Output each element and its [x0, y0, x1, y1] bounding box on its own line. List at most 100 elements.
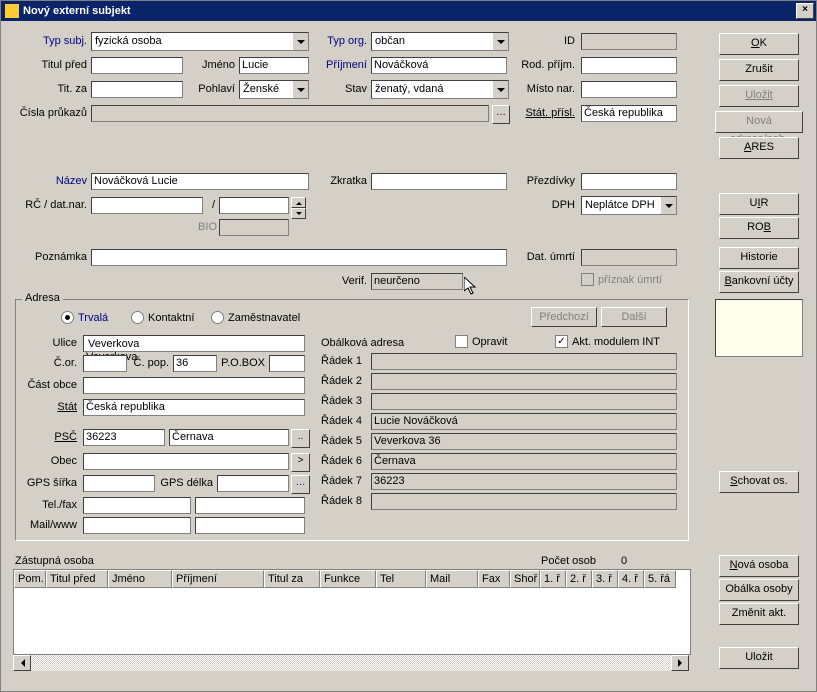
rc-field[interactable] — [91, 197, 203, 214]
ulice-field[interactable]: Veverkova — [83, 335, 305, 352]
label-mistonar: Místo nar. — [515, 83, 575, 95]
prev-button[interactable]: Předchozí — [531, 307, 597, 327]
ok-button[interactable]: OK — [719, 33, 799, 55]
statprisl-field[interactable]: Česká republika — [581, 105, 677, 122]
new-address-button[interactable]: Nová adresa/pob. — [715, 111, 803, 133]
r8-field — [371, 493, 677, 510]
hide-button[interactable]: Schovat os. — [719, 471, 799, 493]
col-fax[interactable]: Fax — [478, 570, 510, 588]
pobox-field[interactable] — [269, 355, 305, 372]
label-typorg: Typ org. — [321, 35, 367, 47]
col-jmeno[interactable]: Jméno — [108, 570, 172, 588]
save2-button[interactable]: Uložit — [719, 647, 799, 669]
col-funkce[interactable]: Funkce — [320, 570, 376, 588]
col-tel[interactable]: Tel — [376, 570, 426, 588]
envelope-person-button[interactable]: Obálka osoby — [719, 579, 799, 601]
save-button[interactable]: Uložit — [719, 85, 799, 107]
rodprijm-field[interactable] — [581, 57, 677, 74]
mistonar-field[interactable] — [581, 81, 677, 98]
psc-browse-button[interactable]: .. — [291, 429, 310, 448]
col-r5[interactable]: 5. řá — [644, 570, 676, 588]
trvala-radio[interactable]: Trvalá — [61, 311, 108, 324]
change-button[interactable]: Změnit akt. — [719, 603, 799, 625]
app-icon — [5, 4, 19, 18]
col-mail[interactable]: Mail — [426, 570, 478, 588]
col-pom[interactable]: Pom. — [14, 570, 46, 588]
tel2-field[interactable] — [195, 497, 305, 514]
cisla-browse-button[interactable]: … — [492, 105, 510, 124]
label-cor: Č.or. — [37, 357, 77, 369]
gpssirka-field[interactable] — [83, 475, 155, 492]
col-r1[interactable]: 1. ř — [540, 570, 566, 588]
label-gpssirka: GPS šířka — [21, 477, 77, 489]
psc-field[interactable]: 36223 — [83, 429, 165, 446]
aktmodul-checkbox[interactable]: ✓Akt. modulem INT — [555, 335, 660, 348]
col-prijmeni[interactable]: Příjmení — [172, 570, 264, 588]
obec-browse-button[interactable]: > — [291, 453, 310, 472]
poznamka-field[interactable] — [91, 249, 507, 266]
cpop-field[interactable]: 36 — [173, 355, 217, 372]
close-button[interactable]: × — [796, 3, 814, 19]
prijmeni-field[interactable]: Nováčková — [371, 57, 507, 74]
stav-select[interactable]: ženatý, vdaná — [371, 80, 509, 99]
chevron-down-icon[interactable] — [660, 197, 676, 214]
col-titulpred[interactable]: Titul před — [46, 570, 108, 588]
col-titulza[interactable]: Titul za — [264, 570, 320, 588]
col-shod[interactable]: Shoř — [510, 570, 540, 588]
jmeno-field[interactable]: Lucie — [239, 57, 309, 74]
col-r3[interactable]: 3. ř — [592, 570, 618, 588]
prezdivky-field[interactable] — [581, 173, 677, 190]
opravit-checkbox[interactable]: Opravit — [455, 335, 507, 348]
rc2-field[interactable] — [219, 197, 289, 214]
col-r2[interactable]: 2. ř — [566, 570, 592, 588]
bank-button[interactable]: Bankovní účty — [719, 271, 799, 293]
pohlavi-select[interactable]: Ženské — [239, 80, 309, 99]
history-button[interactable]: Historie — [719, 247, 799, 269]
table-scrollbar[interactable] — [13, 655, 689, 671]
obec-field[interactable] — [83, 453, 289, 470]
mail1-field[interactable] — [83, 517, 191, 534]
col-r4[interactable]: 4. ř — [618, 570, 644, 588]
adresa-legend: Adresa — [22, 292, 63, 304]
ares-button[interactable]: ARES — [719, 137, 799, 159]
photo-preview — [715, 299, 803, 357]
label-verif: Verif. — [337, 275, 367, 287]
label-statprisl[interactable]: Stát. přísl. — [517, 107, 575, 119]
zkratka-field[interactable] — [371, 173, 507, 190]
stat-field[interactable]: Česká republika — [83, 399, 305, 416]
nazev-field[interactable]: Nováčková Lucie — [91, 173, 309, 190]
kontaktni-radio[interactable]: Kontaktní — [131, 311, 194, 324]
datumrti-field — [581, 249, 677, 266]
chevron-down-icon[interactable] — [492, 81, 508, 98]
label-ulice: Ulice — [37, 337, 77, 349]
label-nazev: Název — [31, 175, 87, 187]
gps-browse-button[interactable]: … — [291, 475, 310, 494]
uir-button[interactable]: UIR — [719, 193, 799, 215]
cancel-button[interactable]: Zrušit — [719, 59, 799, 81]
chevron-down-icon[interactable] — [492, 33, 508, 50]
gpsdelka-field[interactable] — [217, 475, 289, 492]
psc-obec-field[interactable]: Černava — [169, 429, 289, 446]
cor-field[interactable] — [83, 355, 127, 372]
persons-table[interactable]: Pom. Titul před Jméno Příjmení Titul za … — [13, 569, 691, 655]
scroll-left-icon[interactable] — [13, 655, 31, 671]
castobce-field[interactable] — [83, 377, 305, 394]
label-psc[interactable]: PSČ — [37, 431, 77, 443]
mail2-field[interactable] — [195, 517, 305, 534]
chevron-down-icon[interactable] — [292, 81, 308, 98]
zamestnavatel-radio[interactable]: Zaměstnavatel — [211, 311, 300, 324]
dph-select[interactable]: Neplátce DPH — [581, 196, 677, 215]
titulpred-field[interactable] — [91, 57, 183, 74]
scroll-right-icon[interactable] — [671, 655, 689, 671]
rob-button[interactable]: ROB — [719, 217, 799, 239]
label-stat[interactable]: Stát — [37, 401, 77, 413]
chevron-down-icon[interactable] — [292, 33, 308, 50]
next-button[interactable]: Další — [601, 307, 667, 327]
label-r1: Řádek 1 — [321, 355, 365, 367]
typorg-select[interactable]: občan — [371, 32, 509, 51]
titza-field[interactable] — [91, 81, 183, 98]
tel1-field[interactable] — [83, 497, 191, 514]
typsubj-select[interactable]: fyzická osoba — [91, 32, 309, 51]
new-person-button[interactable]: Nová osoba — [719, 555, 799, 577]
rc-spinner[interactable] — [291, 197, 306, 219]
